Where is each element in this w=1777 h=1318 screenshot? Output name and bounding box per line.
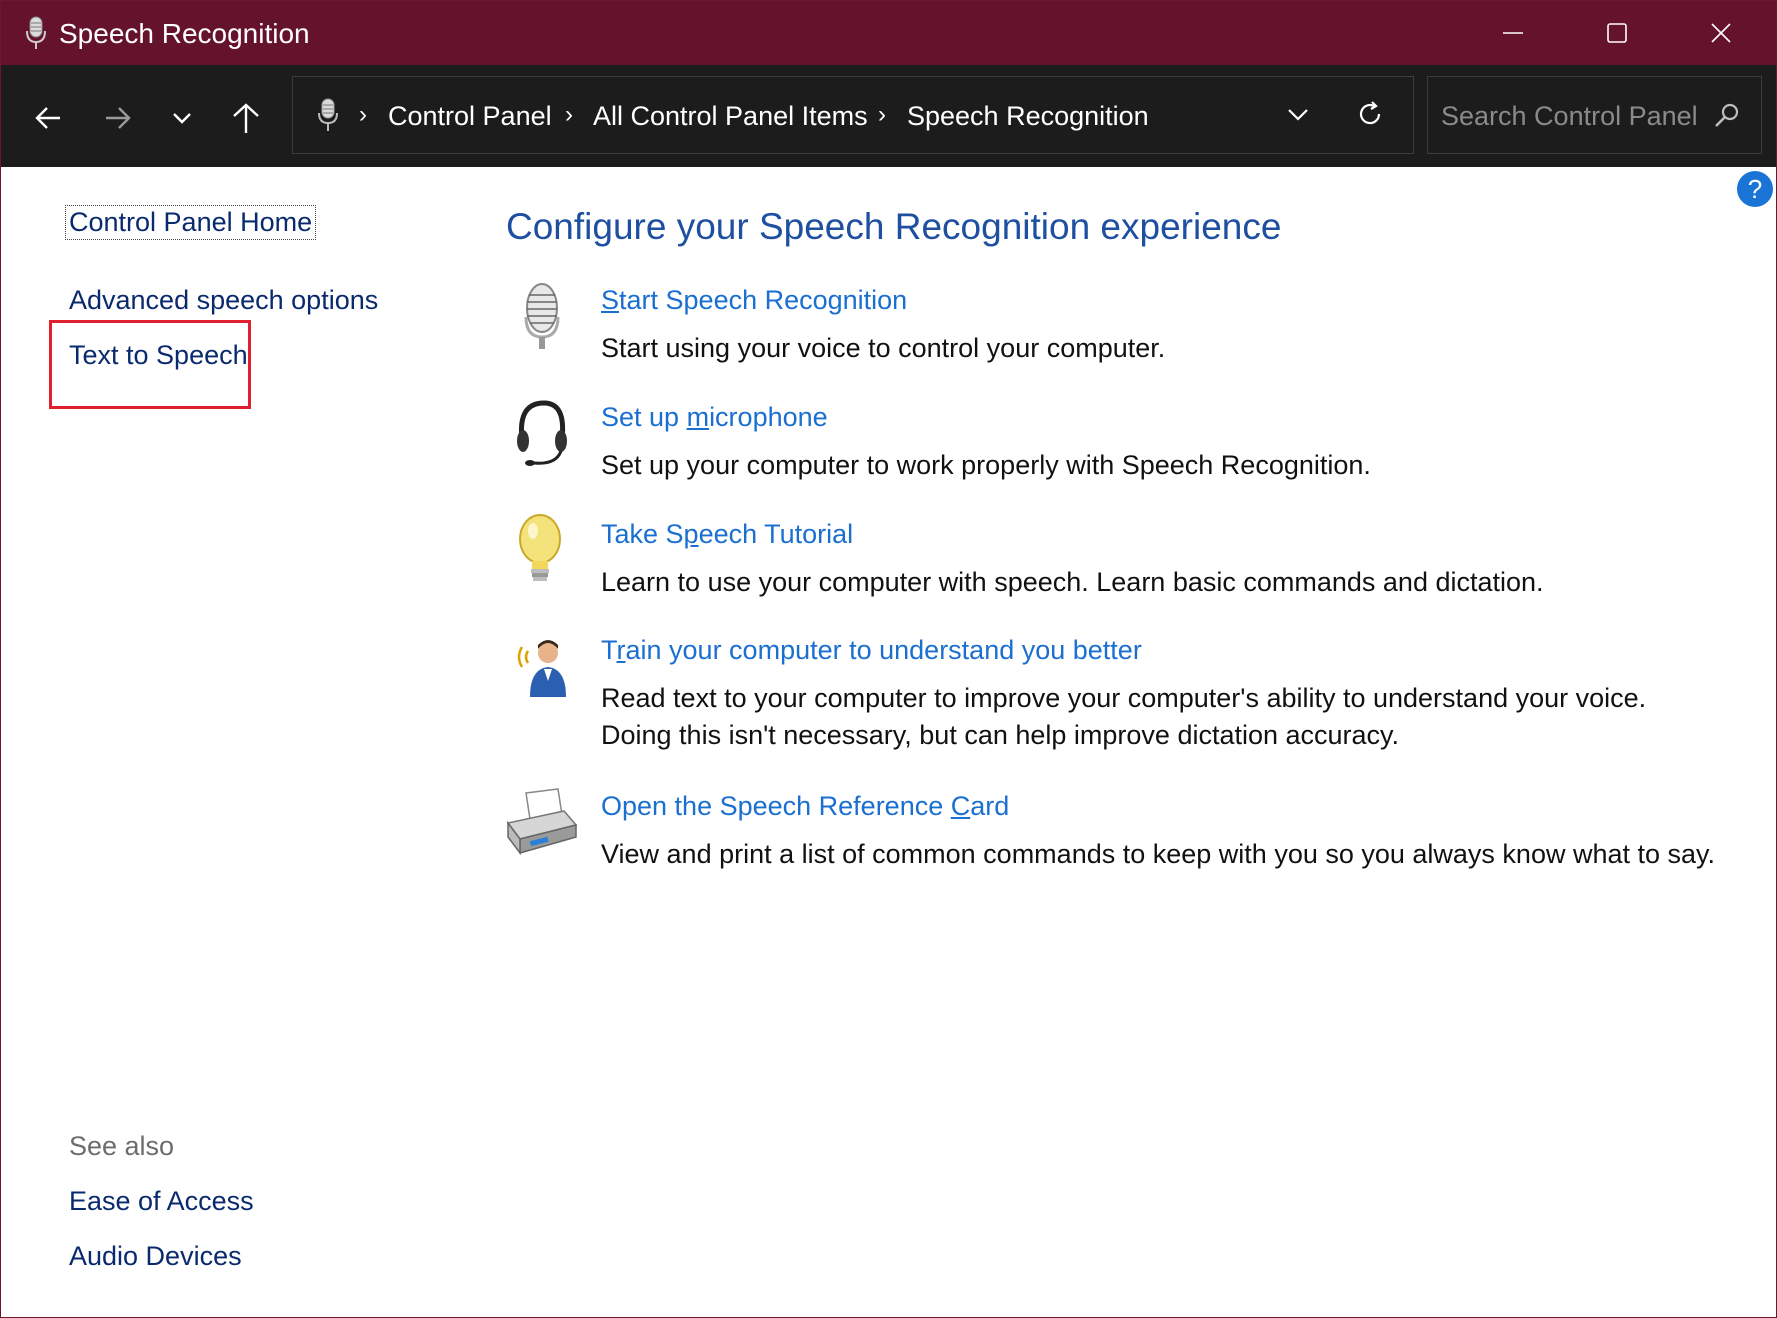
ease-of-access-link[interactable]: Ease of Access bbox=[69, 1186, 254, 1217]
start-speech-recognition-link[interactable]: Start Speech Recognition bbox=[601, 285, 907, 316]
set-up-microphone-link[interactable]: Set up microphone bbox=[601, 402, 828, 433]
page-title: Configure your Speech Recognition experi… bbox=[506, 206, 1282, 247]
breadcrumb-control-panel[interactable]: Control Panel bbox=[388, 101, 552, 132]
task-description: Doing this isn't necessary, but can help… bbox=[601, 720, 1400, 750]
speech-recognition-window: Speech Recognition › Control Panel › All… bbox=[0, 0, 1777, 1318]
search-box[interactable] bbox=[1427, 76, 1762, 155]
recent-locations-button[interactable] bbox=[157, 93, 207, 143]
breadcrumb-separator: › bbox=[359, 101, 367, 128]
printer-icon bbox=[506, 788, 578, 856]
task-description: Start using your voice to control your c… bbox=[601, 333, 1166, 363]
see-also-heading: See also bbox=[69, 1131, 175, 1161]
close-icon bbox=[1711, 23, 1731, 43]
up-button[interactable] bbox=[221, 93, 271, 143]
close-button[interactable] bbox=[1669, 1, 1773, 65]
train-your-computer-link[interactable]: Train your computer to understand you be… bbox=[601, 635, 1142, 666]
minimize-button[interactable] bbox=[1461, 1, 1565, 65]
breadcrumb-all-items[interactable]: All Control Panel Items bbox=[593, 101, 868, 132]
forward-button[interactable] bbox=[93, 93, 143, 143]
lightbulb-icon bbox=[519, 514, 561, 581]
maximize-button[interactable] bbox=[1565, 1, 1669, 65]
highlight-box bbox=[49, 320, 251, 409]
address-bar[interactable]: › Control Panel › All Control Panel Item… bbox=[292, 76, 1414, 154]
person-speaking-icon bbox=[517, 640, 566, 697]
breadcrumb-separator: › bbox=[565, 101, 573, 128]
title-bar[interactable]: Speech Recognition bbox=[1, 1, 1776, 65]
headset-icon bbox=[517, 400, 567, 466]
control-panel-home-link[interactable]: Control Panel Home bbox=[65, 205, 317, 240]
arrow-right-icon bbox=[106, 107, 131, 129]
minimize-icon bbox=[1503, 32, 1523, 34]
navigation-bar: › Control Panel › All Control Panel Item… bbox=[1, 65, 1776, 167]
microphone-icon bbox=[524, 283, 560, 349]
audio-devices-link[interactable]: Audio Devices bbox=[69, 1241, 242, 1272]
chevron-down-icon bbox=[173, 113, 191, 124]
task-description: Set up your computer to work properly wi… bbox=[601, 450, 1371, 480]
breadcrumb-speech-recognition[interactable]: Speech Recognition bbox=[907, 101, 1149, 132]
window-title: Speech Recognition bbox=[59, 18, 310, 49]
microphone-icon bbox=[318, 98, 338, 131]
help-button[interactable]: ? bbox=[1737, 171, 1773, 207]
microphone-app-icon bbox=[26, 16, 46, 49]
maximize-icon bbox=[1607, 23, 1627, 43]
arrow-left-icon bbox=[35, 107, 60, 129]
advanced-speech-options-link[interactable]: Advanced speech options bbox=[69, 285, 378, 316]
open-speech-reference-card-link[interactable]: Open the Speech Reference Card bbox=[601, 791, 1009, 822]
task-description: View and print a list of common commands… bbox=[601, 839, 1716, 869]
arrow-up-icon bbox=[233, 103, 259, 133]
take-speech-tutorial-link[interactable]: Take Speech Tutorial bbox=[601, 519, 853, 550]
address-history-chevron-icon[interactable] bbox=[1283, 99, 1313, 129]
breadcrumb-separator: › bbox=[878, 101, 886, 128]
task-description: Learn to use your computer with speech. … bbox=[601, 567, 1544, 597]
search-icon[interactable] bbox=[1713, 101, 1741, 129]
back-button[interactable] bbox=[23, 93, 73, 143]
refresh-icon[interactable] bbox=[1355, 99, 1385, 129]
search-input[interactable] bbox=[1428, 77, 1723, 155]
task-description: Read text to your computer to improve yo… bbox=[601, 683, 1647, 713]
